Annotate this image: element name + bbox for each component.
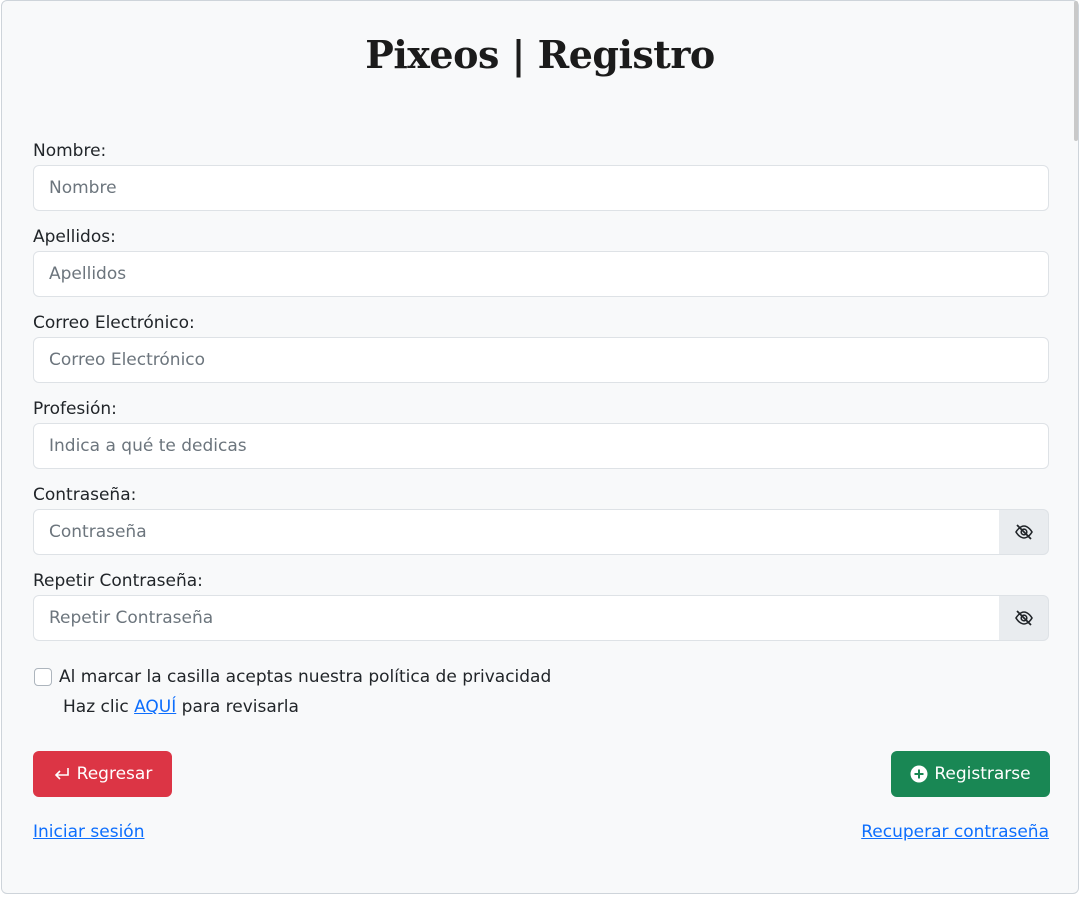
privacy-consent-label: Al marcar la casilla aceptas nuestra pol… (59, 667, 552, 687)
register-button[interactable]: Registrarse (891, 751, 1050, 797)
repetir-contrasena-input[interactable] (33, 595, 1000, 641)
recover-password-link[interactable]: Recuperar contraseña (861, 821, 1049, 843)
privacy-policy-link[interactable]: AQUÍ (134, 697, 176, 717)
register-card: Pixeos | Registro Nombre: Apellidos: Cor… (1, 0, 1079, 894)
apellidos-label: Apellidos: (33, 227, 116, 247)
privacy-review-prefix: Haz clic (63, 697, 135, 717)
toggle-repeat-password-button[interactable] (999, 595, 1049, 641)
login-link[interactable]: Iniciar sesión (33, 821, 144, 843)
register-button-label: Registrarse (934, 764, 1031, 784)
privacy-checkbox[interactable] (34, 668, 52, 686)
contrasena-input[interactable] (33, 509, 1000, 555)
privacy-review-text: Haz clic AQUÍ para revisarla (63, 696, 299, 718)
toggle-password-button[interactable] (999, 509, 1049, 555)
return-arrow-icon (54, 768, 69, 780)
page-title: Pixeos | Registro (365, 32, 715, 77)
correo-input[interactable] (33, 337, 1049, 383)
privacy-review-suffix: para revisarla (176, 697, 299, 717)
back-button[interactable]: Regresar (33, 751, 172, 797)
plus-circle-icon (910, 765, 928, 783)
profesion-label: Profesión: (33, 399, 117, 419)
correo-label: Correo Electrónico: (33, 313, 195, 333)
nombre-input[interactable] (33, 165, 1049, 211)
eye-slash-icon (1014, 524, 1033, 540)
nombre-label: Nombre: (33, 141, 107, 161)
back-button-label: Regresar (76, 764, 153, 784)
eye-slash-icon (1014, 610, 1033, 626)
repetir-contrasena-label: Repetir Contraseña: (33, 571, 203, 591)
profesion-input[interactable] (33, 423, 1049, 469)
contrasena-label: Contraseña: (33, 485, 137, 505)
apellidos-input[interactable] (33, 251, 1049, 297)
